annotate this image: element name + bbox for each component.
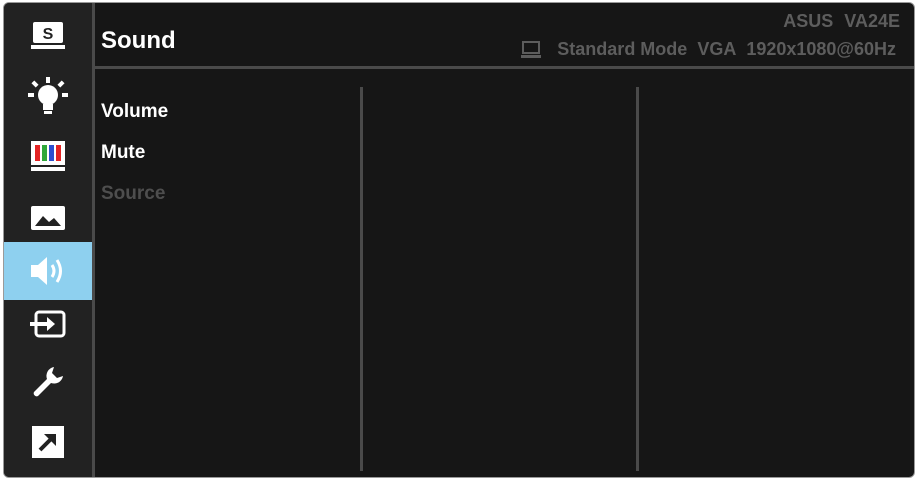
model-name: VA24E (844, 11, 900, 31)
menu-item-mute[interactable]: Mute (101, 140, 168, 181)
page-title: Sound (101, 27, 176, 54)
menu-item-volume[interactable]: Volume (101, 99, 168, 140)
sidebar-item-shortcut[interactable] (4, 413, 92, 471)
model-label: ASUS VA24E (783, 11, 900, 32)
sidebar-item-splendid[interactable]: S (4, 7, 92, 65)
sidebar-item-system-setup[interactable] (4, 353, 92, 411)
speaker-icon (31, 257, 62, 285)
status-bar: Standard Mode VGA 1920x1080@60Hz (521, 39, 896, 60)
brightness-icon (28, 77, 68, 114)
wrench-icon (33, 367, 63, 397)
header-divider (95, 66, 914, 69)
sidebar-divider (92, 3, 95, 477)
column-divider-1 (360, 87, 363, 471)
sound-menu: Volume Mute Source (101, 99, 168, 222)
svg-text:S: S (43, 26, 54, 43)
resolution-label: 1920x1080@60Hz (746, 39, 896, 59)
sidebar: S (4, 3, 92, 477)
model-brand: ASUS (783, 11, 834, 31)
mode-label: Standard Mode (557, 39, 688, 59)
sidebar-item-blue-light[interactable] (4, 67, 92, 125)
input-label: VGA (697, 39, 737, 59)
sidebar-item-color[interactable] (4, 127, 92, 185)
menu-item-source: Source (101, 183, 166, 204)
sidebar-item-image[interactable] (4, 189, 92, 247)
monitor-icon (521, 40, 542, 58)
osd-menu: S Sound ASUS VA24E Standard Mode VGA 192… (3, 2, 915, 478)
splendid-s-icon: S (31, 22, 65, 49)
input-icon (30, 310, 66, 338)
header: Sound ASUS VA24E Standard Mode VGA 1920x… (95, 3, 914, 67)
column-divider-2 (636, 87, 639, 471)
color-bars-icon (31, 141, 65, 171)
sidebar-item-sound[interactable] (4, 242, 92, 300)
shortcut-arrow-icon (32, 426, 64, 458)
image-icon (31, 206, 65, 230)
sidebar-item-input-select[interactable] (4, 295, 92, 353)
